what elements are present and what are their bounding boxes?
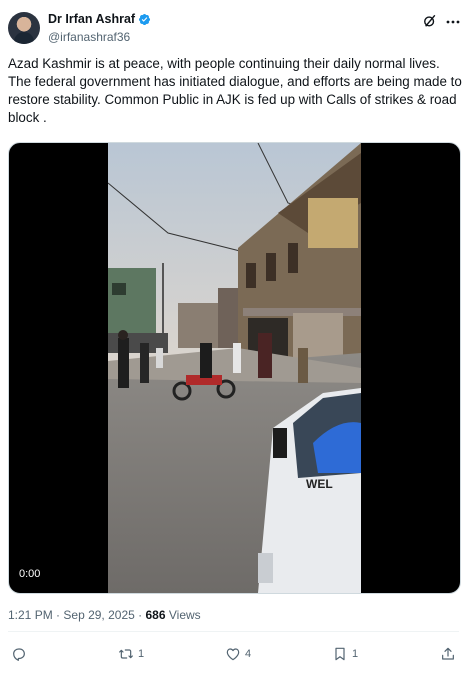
divider <box>8 631 459 632</box>
like-button[interactable]: 4 <box>225 646 251 662</box>
bookmark-count: 1 <box>352 648 359 660</box>
bookmark-button[interactable]: 1 <box>332 646 358 662</box>
display-name[interactable]: Dr Irfan Ashraf <box>48 12 135 26</box>
verified-badge-icon <box>139 13 151 25</box>
repost-icon <box>119 649 133 659</box>
repost-count: 1 <box>138 648 145 660</box>
author-handle[interactable]: @irfanashraf36 <box>48 30 130 44</box>
meta-separator: · <box>138 608 143 622</box>
bookmark-icon <box>335 647 345 661</box>
tweet-text: Azad Kashmir is at peace, with people co… <box>8 56 462 125</box>
svg-text:WEL: WEL <box>306 477 333 491</box>
views-count: 686 <box>145 608 166 622</box>
post-date[interactable]: Sep 29, 2025 <box>63 608 134 622</box>
repost-button[interactable]: 1 <box>118 646 144 662</box>
views-label: Views <box>168 608 201 622</box>
tweet-card: Dr Irfan Ashraf @irfanashraf36 Azad Kash… <box>0 0 468 676</box>
video-timestamp: 0:00 <box>19 568 41 580</box>
share-button[interactable] <box>440 646 456 662</box>
meta-separator: · <box>56 608 61 622</box>
heart-icon <box>226 648 240 661</box>
grok-icon[interactable] <box>423 14 437 28</box>
more-icon[interactable] <box>446 16 460 28</box>
video-frame-street-scene: WEL <box>108 143 361 593</box>
avatar[interactable] <box>8 12 40 44</box>
share-icon <box>442 647 454 660</box>
post-time[interactable]: 1:21 PM <box>8 608 53 622</box>
author-name-row: Dr Irfan Ashraf <box>48 12 151 26</box>
reply-icon <box>13 648 25 661</box>
video-player[interactable]: WEL 0:00 <box>8 142 461 594</box>
action-bar: 1 4 1 <box>0 646 468 666</box>
tweet-meta: 1:21 PM · Sep 29, 2025 · 686 Views <box>8 608 201 622</box>
like-count: 4 <box>245 648 252 660</box>
reply-button[interactable] <box>11 646 31 662</box>
